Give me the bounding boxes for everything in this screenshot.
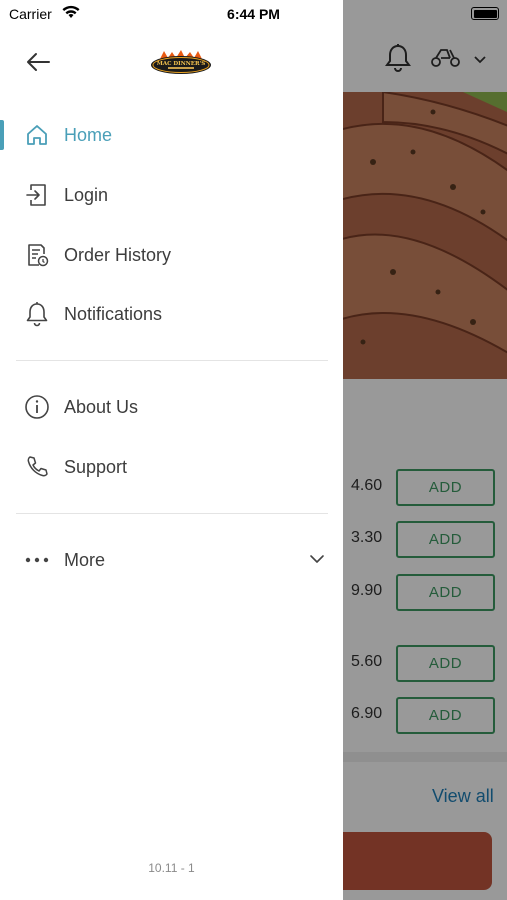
nav-label: About Us	[64, 396, 139, 417]
nav-item-login[interactable]: Login	[0, 167, 343, 223]
nav-item-about-us[interactable]: About Us	[0, 379, 343, 435]
phone-icon	[24, 454, 50, 480]
nav-item-notifications[interactable]: Notifications	[0, 286, 343, 342]
navigation-drawer: Carrier 6:44 PM MAC DINNER'S Home Login	[0, 0, 343, 900]
login-icon	[24, 182, 50, 208]
more-dots-icon	[24, 547, 50, 573]
nav-label: Order History	[64, 244, 172, 265]
brand-logo: MAC DINNER'S	[150, 49, 212, 75]
nav-item-support[interactable]: Support	[0, 439, 343, 495]
menu-divider	[16, 360, 328, 361]
app-version: 10.11 - 1	[148, 861, 195, 875]
bell-icon	[24, 301, 50, 327]
chevron-down-icon	[309, 551, 325, 569]
nav-item-home[interactable]: Home	[0, 107, 343, 163]
arrow-left-icon	[25, 52, 51, 77]
nav-label: More	[64, 549, 106, 570]
nav-item-order-history[interactable]: Order History	[0, 227, 343, 283]
order-history-icon	[24, 242, 50, 268]
home-icon	[24, 122, 50, 148]
nav-item-more[interactable]: More	[0, 532, 343, 588]
logo-text: MAC DINNER'S	[157, 61, 205, 67]
nav-label: Login	[64, 184, 109, 205]
active-indicator	[0, 120, 4, 150]
menu-divider	[16, 513, 328, 514]
nav-label: Home	[64, 124, 113, 145]
nav-label: Support	[64, 456, 128, 477]
nav-label: Notifications	[64, 303, 163, 324]
info-icon	[24, 394, 50, 420]
status-time: 6:44 PM	[227, 6, 280, 22]
back-button[interactable]	[22, 48, 54, 80]
